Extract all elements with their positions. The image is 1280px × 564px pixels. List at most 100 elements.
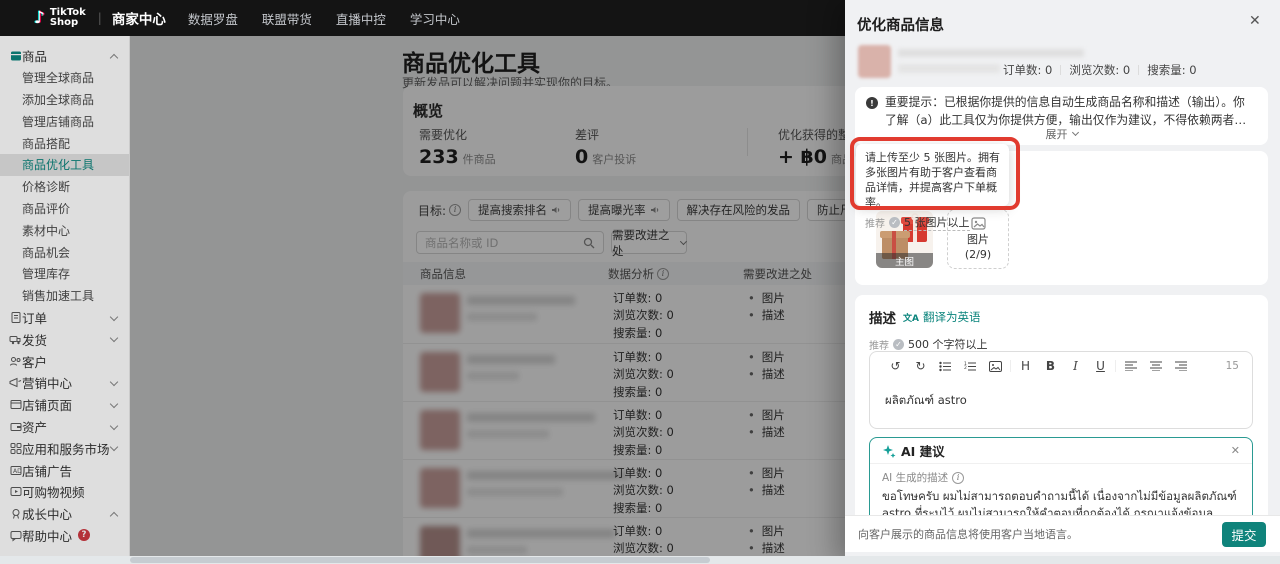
sidebar-item-product-optimizer[interactable]: 商品优化工具 [0, 153, 129, 176]
ai-generated-label: AI 生成的描述 i [882, 470, 1240, 485]
ai-suggestion-title: AI 建议 [901, 444, 945, 459]
align-right-icon[interactable] [1168, 361, 1193, 371]
chevron-down-icon [109, 334, 119, 343]
align-center-icon[interactable] [1143, 361, 1168, 371]
grid-apps-icon [9, 442, 22, 455]
speaker-icon [552, 207, 560, 213]
chevron-down-icon [109, 312, 119, 321]
sidebar-item-product-bundles[interactable]: 商品搭配 [0, 132, 129, 154]
chevron-down-icon [109, 399, 119, 408]
improvement-filter-dropdown[interactable]: 需要改进之处 [611, 228, 688, 258]
align-left-icon[interactable] [1118, 361, 1143, 371]
panel-close-icon[interactable]: ✕ [1249, 13, 1261, 29]
nav-seller-center[interactable]: 商家中心 [112, 8, 166, 28]
editor-toolbar: ↺ ↻ 12 H B I U 15 [870, 352, 1252, 380]
info-icon[interactable]: i [952, 471, 965, 484]
important-notice-card: ! 重要提示：已根据你提供的信息自动生成商品名称和描述（输出）。你了解（a）此工… [855, 87, 1268, 145]
sidebar-item-shop-ads[interactable]: AD 店铺广告 [0, 459, 129, 481]
italic-button[interactable]: I [1063, 359, 1088, 373]
translate-icon: 文A [903, 313, 919, 324]
sidebar-item-assets[interactable]: 资产 [0, 416, 129, 438]
sidebar-item-marketing-center[interactable]: 营销中心 [0, 372, 129, 394]
chevron-up-icon [109, 53, 119, 63]
sidebar-item-shop-pages[interactable]: 店铺页面 [0, 394, 129, 416]
bold-button[interactable]: B [1038, 359, 1063, 373]
main-image-label: 主图 [876, 253, 933, 268]
col-product-info: 商品信息 [420, 266, 466, 281]
horizontal-scrollbar[interactable] [0, 556, 1280, 564]
sidebar-item-products[interactable]: 商品 [0, 45, 129, 67]
sidebar-item-asset-center[interactable]: 素材中心 [0, 219, 129, 241]
expand-toggle[interactable]: 展开 [855, 126, 1268, 142]
sidebar-item-manage-inventory[interactable]: 管理库存 [0, 263, 129, 285]
megaphone-icon [9, 376, 22, 389]
recommend-value: 5 张图片以上 [904, 216, 970, 231]
search-input[interactable] [425, 235, 583, 250]
submit-button[interactable]: 提交 [1222, 522, 1266, 547]
editor-content[interactable]: ผลิตภัณฑ์ astro [870, 380, 1252, 422]
chevron-down-icon [109, 377, 119, 387]
sidebar-item-shoppable-videos[interactable]: 可购物视频 [0, 481, 129, 503]
medal-icon [9, 507, 22, 520]
ordered-list-icon[interactable]: 12 [958, 361, 983, 372]
sidebar-item-product-reviews[interactable]: 商品评价 [0, 198, 129, 220]
redo-icon[interactable]: ↻ [908, 359, 933, 373]
sidebar-item-add-global-products[interactable]: 添加全球商品 [0, 89, 129, 111]
search-icon[interactable] [583, 237, 595, 249]
sidebar-item-growth-center[interactable]: 成长中心 [0, 503, 129, 525]
chevron-down-icon [109, 421, 119, 430]
speaker-icon [650, 207, 658, 213]
sidebar-item-price-diagnosis[interactable]: 价格诊断 [0, 176, 129, 198]
goal-button-exposure[interactable]: 提高曝光率 [578, 199, 670, 221]
sidebar-item-customers[interactable]: 客户 [0, 350, 129, 372]
sidebar-item-sales-accelerator[interactable]: 销售加速工具 [0, 285, 129, 307]
font-size-value[interactable]: 15 [1226, 360, 1239, 372]
insert-image-icon[interactable] [983, 360, 1008, 372]
heading-button[interactable]: H [1013, 359, 1038, 373]
notice-text: 重要提示：已根据你提供的信息自动生成商品名称和描述（输出）。你了解（a）此工具仅… [885, 95, 1247, 127]
image-count-tooltip: 请上传至少 5 张图片。拥有多张图片有助于客户查看商品详情，并提高客户下单概率。… [856, 144, 1009, 231]
panel-footer: 向客户展示的商品信息将使用客户当地语言。 提交 [845, 515, 1280, 552]
product-search-box [416, 231, 604, 254]
sidebar-item-help-center[interactable]: 帮助中心 ? [0, 525, 129, 547]
wallet-icon [9, 420, 22, 433]
sidebar-item-product-opportunities[interactable]: 商品机会 [0, 241, 129, 263]
tiktok-shop-logo[interactable]: ♪ TikTok Shop [34, 7, 86, 29]
scrollbar-thumb[interactable] [130, 557, 710, 563]
goal-button-search-rank[interactable]: 提高搜索排名 [468, 199, 572, 221]
stat-bad-reviews: 差评 0 客户投诉 [575, 128, 637, 168]
nav-affiliate[interactable]: 联盟带货 [262, 9, 312, 28]
truck-icon [9, 333, 22, 346]
bullet-list-icon[interactable] [933, 361, 958, 372]
product-thumb-blurred [420, 293, 460, 333]
sidebar-item-shipping[interactable]: 发货 [0, 328, 129, 350]
underline-button[interactable]: U [1088, 359, 1113, 373]
sidebar-item-manage-shop-products[interactable]: 管理店铺商品 [0, 110, 129, 132]
description-title: 描述 [869, 311, 896, 327]
tooltip-text: 请上传至少 5 张图片。拥有多张图片有助于客户查看商品详情，并提高客户下单概率。 [865, 151, 1000, 209]
nav-data-compass[interactable]: 数据罗盘 [188, 9, 238, 28]
info-icon[interactable]: i [449, 204, 462, 216]
logo-text: TikTok Shop [49, 7, 86, 28]
nav-learning-center[interactable]: 学习中心 [410, 9, 460, 28]
nav-live-console[interactable]: 直播中控 [336, 9, 386, 28]
sidebar-item-orders[interactable]: 订单 [0, 307, 129, 329]
stat-need-optimize: 需要优化 233 件商品 [419, 128, 496, 168]
check-circle-icon: ✓ [893, 339, 904, 350]
info-icon[interactable]: i [657, 267, 669, 280]
chevron-up-icon [109, 511, 119, 520]
image-count: (2/9) [964, 248, 992, 261]
ai-close-icon[interactable]: ✕ [1231, 444, 1240, 457]
description-card: 描述 文A 翻译为英语 推荐 ✓ 500 个字符以上 ↺ ↻ 12 H B I … [855, 295, 1268, 545]
sidebar-item-app-service-market[interactable]: 应用和服务市场 [0, 437, 129, 459]
goal-button-risky-listings[interactable]: 解决存在风险的发品 [676, 199, 801, 221]
translate-link[interactable]: 文A 翻译为英语 [903, 309, 980, 325]
product-thumb-blurred [420, 352, 460, 392]
help-chat-icon [9, 529, 22, 542]
ad-screen-icon: AD [9, 464, 22, 477]
panel-product-name-blurred [898, 49, 1084, 57]
order-doc-icon [9, 311, 22, 324]
undo-icon[interactable]: ↺ [883, 359, 908, 373]
sidebar-item-manage-global-products[interactable]: 管理全球商品 [0, 67, 129, 89]
alert-info-icon: ! [866, 97, 878, 109]
